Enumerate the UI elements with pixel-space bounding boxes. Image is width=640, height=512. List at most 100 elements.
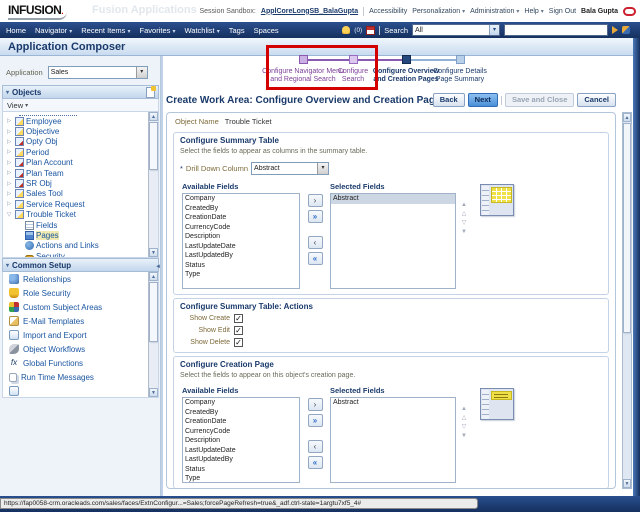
reorder-top-icon[interactable]: ▲ bbox=[461, 406, 467, 412]
train-step-4-marker[interactable] bbox=[456, 55, 465, 64]
alerts-bell-icon[interactable] bbox=[342, 26, 350, 34]
selected-fields-list[interactable]: Abstract bbox=[330, 193, 456, 289]
tree-item-actions-and-links[interactable]: Actions and Links bbox=[3, 241, 148, 251]
tree-item-sales-tool[interactable]: ▷Sales Tool bbox=[3, 189, 148, 199]
accessibility-link[interactable]: Accessibility bbox=[369, 8, 407, 15]
cancel-button[interactable]: Cancel bbox=[577, 93, 616, 107]
tree-item-security[interactable]: Security bbox=[3, 251, 148, 258]
common-setup-item-email-templates[interactable]: E-Mail Templates bbox=[3, 314, 158, 328]
tree-item-trouble-ticket[interactable]: ▽Trouble Ticket bbox=[3, 210, 148, 220]
expand-right-icon[interactable]: ▷ bbox=[7, 149, 13, 155]
move-right-button[interactable]: › bbox=[308, 194, 323, 207]
list-item[interactable]: LastUpdateDate bbox=[183, 446, 299, 456]
common-setup-panel-header[interactable]: ▾ Common Setup bbox=[2, 258, 159, 272]
scrollbar-thumb[interactable] bbox=[149, 282, 158, 342]
application-select[interactable]: Sales▾ bbox=[48, 66, 148, 79]
list-item[interactable]: Status bbox=[183, 465, 299, 475]
common-setup-item-role-security[interactable]: Role Security bbox=[3, 286, 158, 300]
nav-home[interactable]: Home bbox=[6, 26, 26, 35]
move-all-right-button[interactable]: » bbox=[308, 414, 323, 427]
list-item[interactable]: Abstract bbox=[331, 398, 455, 408]
list-item[interactable]: LastUpdateDate bbox=[183, 242, 299, 252]
collapse-left-icon[interactable]: ◄ bbox=[155, 264, 161, 270]
common-setup-item-relationships[interactable]: Relationships bbox=[3, 272, 158, 286]
scrollbar-thumb[interactable] bbox=[149, 122, 158, 170]
reorder-bottom-icon[interactable]: ▼ bbox=[461, 433, 467, 439]
show-create-checkbox[interactable]: ✓ bbox=[234, 314, 243, 323]
scroll-down-icon[interactable]: ▼ bbox=[623, 479, 631, 488]
nav-watchlist[interactable]: Watchlist ▾ bbox=[184, 26, 219, 35]
tree-item-service-request[interactable]: ▷Service Request bbox=[3, 199, 148, 209]
sign-out-link[interactable]: Sign Out bbox=[549, 8, 576, 15]
list-item[interactable]: CreatedBy bbox=[183, 204, 299, 214]
common-setup-item-custom-subject-areas[interactable]: Custom Subject Areas bbox=[3, 300, 158, 314]
scroll-down-icon[interactable]: ▼ bbox=[149, 248, 158, 257]
list-item[interactable]: Description bbox=[183, 232, 299, 242]
expand-right-icon[interactable]: ▷ bbox=[7, 160, 13, 166]
common-setup-scrollbar[interactable]: ▲ ▼ bbox=[148, 272, 158, 397]
tree-item-period[interactable]: ▷Period bbox=[3, 147, 148, 157]
list-item[interactable]: Type bbox=[183, 270, 299, 280]
tree-item-fields[interactable]: Fields bbox=[3, 220, 148, 230]
tree-item-objective[interactable]: ▷Objective bbox=[3, 126, 148, 136]
list-item[interactable]: Status bbox=[183, 261, 299, 271]
show-delete-checkbox[interactable]: ✓ bbox=[234, 338, 243, 347]
move-left-button[interactable]: ‹ bbox=[308, 236, 323, 249]
objects-panel-header[interactable]: ▾ Objects bbox=[2, 85, 159, 99]
nav-tags[interactable]: Tags bbox=[229, 26, 245, 35]
search-scope-select[interactable]: All▾ bbox=[412, 24, 500, 36]
scroll-up-icon[interactable]: ▲ bbox=[149, 272, 158, 281]
list-item[interactable]: Type bbox=[183, 474, 299, 483]
list-item[interactable]: Description bbox=[183, 436, 299, 446]
tree-item-opty-obj[interactable]: ▷Opty Obj bbox=[3, 137, 148, 147]
search-go-icon[interactable] bbox=[612, 26, 618, 34]
move-all-right-button[interactable]: » bbox=[308, 210, 323, 223]
list-item[interactable]: CurrencyCode bbox=[183, 427, 299, 437]
expand-right-icon[interactable]: ▷ bbox=[7, 129, 13, 135]
expand-right-icon[interactable]: ▷ bbox=[7, 139, 13, 145]
list-item-selected[interactable]: Abstract bbox=[331, 194, 455, 204]
nav-navigator[interactable]: Navigator ▾ bbox=[35, 26, 72, 35]
selected-fields-list[interactable]: Abstract bbox=[330, 397, 456, 483]
reorder-up-icon[interactable]: △ bbox=[462, 211, 467, 217]
nav-spaces[interactable]: Spaces bbox=[254, 26, 279, 35]
show-edit-checkbox[interactable]: ✓ bbox=[234, 326, 243, 335]
reorder-down-icon[interactable]: ▽ bbox=[462, 220, 467, 226]
list-item[interactable]: LastUpdatedBy bbox=[183, 251, 299, 261]
move-all-left-button[interactable]: « bbox=[308, 252, 323, 265]
nav-favorites[interactable]: Favorites ▾ bbox=[140, 26, 176, 35]
next-button[interactable]: Next bbox=[468, 93, 498, 107]
expand-right-icon[interactable]: ▷ bbox=[7, 181, 13, 187]
collapse-icon[interactable]: ▾ bbox=[6, 89, 9, 96]
common-setup-item-import-export[interactable]: Import and Export bbox=[3, 328, 158, 342]
search-input[interactable] bbox=[504, 24, 608, 36]
tree-item-employee[interactable]: ▷Employee bbox=[3, 116, 148, 126]
common-setup-item-global-functions[interactable]: fxGlobal Functions bbox=[3, 356, 158, 370]
tree-scrollbar[interactable]: ▲ ▼ bbox=[148, 112, 158, 257]
list-item[interactable]: CreationDate bbox=[183, 417, 299, 427]
new-object-icon[interactable] bbox=[146, 87, 155, 98]
view-menu[interactable]: View ▾ bbox=[2, 99, 159, 112]
tree-item-sr-obj[interactable]: ▷SR Obj bbox=[3, 178, 148, 188]
tree-item-pages[interactable]: Pages bbox=[3, 230, 148, 240]
scroll-down-icon[interactable]: ▼ bbox=[149, 388, 158, 397]
available-fields-list[interactable]: Company CreatedBy CreationDate CurrencyC… bbox=[182, 193, 300, 289]
list-item[interactable]: CurrencyCode bbox=[183, 223, 299, 233]
common-setup-item-object-workflows[interactable]: Object Workflows bbox=[3, 342, 158, 356]
train-step-4-label[interactable]: Configure Details Page Summary bbox=[426, 68, 494, 84]
expand-right-icon[interactable]: ▷ bbox=[7, 118, 13, 124]
tree-item-plan-account[interactable]: ▷Plan Account bbox=[3, 158, 148, 168]
expand-right-icon[interactable]: ▷ bbox=[7, 201, 13, 207]
expand-down-icon[interactable]: ▽ bbox=[7, 212, 13, 218]
help-menu[interactable]: Help ▾ bbox=[524, 8, 543, 15]
back-button[interactable]: Back bbox=[433, 93, 465, 107]
nav-recent-items[interactable]: Recent Items ▾ bbox=[81, 26, 130, 35]
content-scrollbar[interactable]: ▲ ▼ bbox=[622, 112, 632, 489]
move-left-button[interactable]: ‹ bbox=[308, 440, 323, 453]
calendar-icon[interactable] bbox=[366, 26, 375, 35]
reorder-down-icon[interactable]: ▽ bbox=[462, 424, 467, 430]
chat-icon[interactable] bbox=[623, 7, 636, 16]
list-item[interactable]: CreatedBy bbox=[183, 408, 299, 418]
list-item[interactable]: CreationDate bbox=[183, 213, 299, 223]
list-item[interactable]: Company bbox=[183, 398, 299, 408]
